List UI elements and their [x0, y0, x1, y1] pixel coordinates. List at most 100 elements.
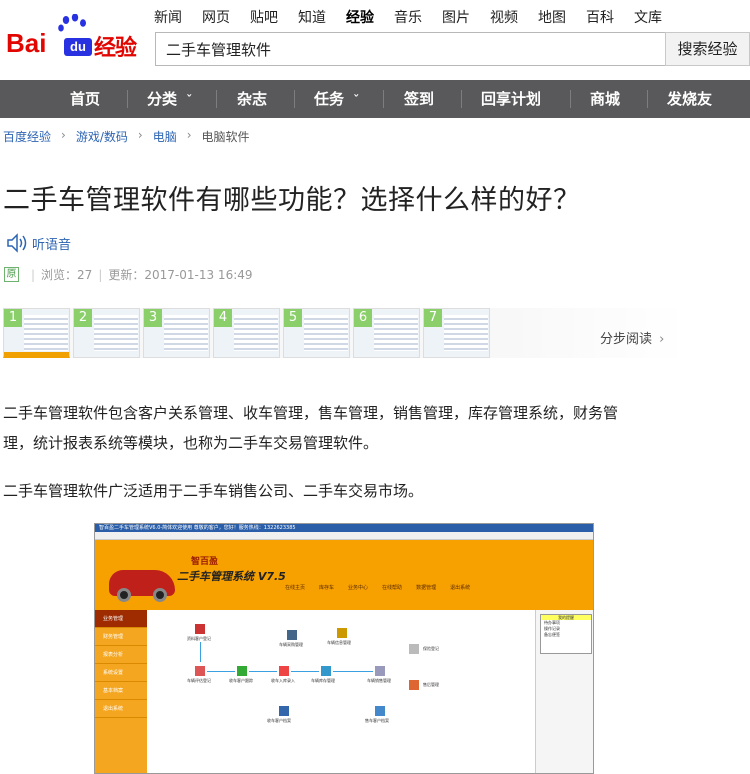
speaker-icon	[7, 233, 27, 253]
listen-audio-button[interactable]: 听语音	[6, 233, 71, 253]
menu-mall[interactable]: 商城	[590, 80, 620, 118]
menu-tasks[interactable]: 任务 ˇ	[314, 80, 359, 118]
flow-node	[375, 666, 385, 676]
flow-node	[279, 706, 289, 716]
flow-node	[195, 666, 205, 676]
flow-label: 售车客户档案	[365, 718, 389, 723]
screenshot-flow: 资料客户登记 车辆评估登记 收车客户跟踪 收车入库录入 收车客户档案 车辆采购管…	[147, 610, 535, 773]
nav-link-baike[interactable]: 百科	[586, 7, 614, 27]
screenshot-tool: 在线主页	[285, 585, 306, 591]
intro-paragraph: 二手车管理软件包含客户关系管理、收车管理，售车管理，销售管理，库存管理系统，财务…	[3, 398, 693, 458]
meta-divider: |	[98, 267, 103, 282]
nav-link-zhidao[interactable]: 知道	[298, 7, 326, 27]
flow-node	[321, 666, 331, 676]
nav-link-map[interactable]: 地图	[538, 7, 566, 27]
flow-label: 车辆采购管理	[279, 642, 303, 647]
flow-line	[249, 671, 277, 672]
screenshot-menubar	[95, 532, 593, 540]
breadcrumb-computer[interactable]: 电脑	[153, 128, 177, 145]
nav-link-web[interactable]: 网页	[202, 7, 230, 27]
nav-link-jingyan[interactable]: 经验	[346, 7, 374, 27]
meta-divider: |	[31, 267, 36, 282]
breadcrumb-current: 电脑软件	[201, 130, 250, 144]
flow-label: 车辆库存管理	[311, 678, 335, 683]
step-read-link[interactable]: 分步阅读 ›	[600, 328, 664, 347]
step-thumb-3[interactable]: 3	[143, 308, 210, 358]
screenshot-side-item: 系统设置	[95, 664, 147, 682]
chevron-right-icon: ›	[659, 332, 665, 347]
usage-paragraph: 二手车管理软件广泛适用于二手车销售公司、二手车交易市场。	[3, 482, 424, 500]
thumb-image	[444, 315, 488, 351]
step-number: 6	[354, 309, 372, 327]
flow-node	[409, 644, 419, 654]
step-number: 1	[4, 309, 22, 327]
menu-share-plan[interactable]: 回享计划	[481, 80, 541, 118]
thumb-image	[24, 315, 68, 351]
flow-node	[195, 624, 205, 634]
screenshot-brand: 智百盈	[191, 557, 219, 567]
thumb-image	[374, 315, 418, 351]
step-number: 7	[424, 309, 442, 327]
screenshot-tool: 业务中心	[348, 585, 369, 591]
software-screenshot: 智百盈二手车管理系统V6.0-简体欢迎使用 尊敬的客户，您好！服务热线：1322…	[94, 523, 594, 774]
step-thumb-2[interactable]: 2	[73, 308, 140, 358]
menu-divider	[294, 90, 295, 108]
nav-link-images[interactable]: 图片	[442, 7, 470, 27]
nav-link-video[interactable]: 视频	[490, 7, 518, 27]
screenshot-side-item: 业务管理	[95, 610, 147, 628]
logo-du: du	[64, 38, 92, 56]
menu-divider	[461, 90, 462, 108]
step-thumb-1[interactable]: 1	[3, 308, 70, 358]
flow-label: 资料客户登记	[187, 636, 211, 641]
flow-label: 保险登记	[423, 646, 439, 651]
chevron-down-icon: ˇ	[353, 93, 360, 107]
listen-label: 听语音	[32, 237, 72, 253]
paragraph-line: 理，统计报表系统等模块，也称为二手车交易管理软件。	[3, 434, 379, 452]
screenshot-reminder-box: 我的提醒 待办事项 操作记录 备忘便签	[540, 614, 592, 654]
flow-node	[409, 680, 419, 690]
breadcrumb-games-digital[interactable]: 游戏/数码	[76, 128, 128, 145]
chevron-right-icon: ›	[61, 128, 66, 142]
step-thumb-5[interactable]: 5	[283, 308, 350, 358]
menu-checkin[interactable]: 签到	[404, 80, 434, 118]
breadcrumb-home[interactable]: 百度经验	[3, 128, 51, 145]
search-button[interactable]: 搜索经验	[665, 32, 750, 66]
menu-category[interactable]: 分类 ˇ	[147, 80, 192, 118]
nav-link-tieba[interactable]: 贴吧	[250, 7, 278, 27]
flow-label: 售后管理	[423, 682, 439, 687]
menu-divider	[570, 90, 571, 108]
menu-fans[interactable]: 发烧友	[667, 80, 712, 118]
step-thumb-4[interactable]: 4	[213, 308, 280, 358]
chevron-right-icon: ›	[137, 128, 143, 142]
screenshot-side-item: 财务管理	[95, 628, 147, 646]
flow-label: 收车入库录入	[271, 678, 295, 683]
search-input[interactable]	[156, 33, 665, 65]
flow-node	[287, 630, 297, 640]
step-thumb-7[interactable]: 7	[423, 308, 490, 358]
thumb-image	[94, 315, 138, 351]
menu-magazine[interactable]: 杂志	[237, 80, 267, 118]
flow-line	[333, 671, 373, 672]
menu-category-label: 分类	[147, 90, 178, 108]
updated-time: 更新：2017-01-13 16:49	[108, 268, 253, 282]
menu-home[interactable]: 首页	[70, 80, 100, 118]
chevron-down-icon: ˇ	[186, 93, 193, 107]
baidu-jingyan-logo[interactable]: Bai du 经验	[6, 14, 146, 62]
flow-label: 收车客户跟踪	[229, 678, 253, 683]
flow-line	[200, 642, 201, 662]
thumb-image	[164, 315, 208, 351]
screenshot-side-item: 基本档案	[95, 682, 147, 700]
nav-link-music[interactable]: 音乐	[394, 7, 422, 27]
thumb-strip	[4, 352, 69, 356]
flow-label: 收车客户档案	[267, 718, 291, 723]
nav-link-news[interactable]: 新闻	[154, 7, 182, 27]
top-nav: 新闻 网页 贴吧 知道 经验 音乐 图片 视频 地图 百科 文库	[154, 7, 682, 27]
nav-link-wenku[interactable]: 文库	[634, 7, 662, 27]
menu-divider	[127, 90, 128, 108]
paragraph-line: 二手车管理软件包含客户关系管理、收车管理，售车管理，销售管理，库存管理系统，财务…	[3, 404, 619, 422]
screenshot-tool: 退出系统	[450, 585, 471, 591]
article-meta: 原 | 浏览：27 | 更新：2017-01-13 16:49	[4, 266, 253, 283]
flow-label: 车辆信息管理	[327, 640, 351, 645]
step-thumb-6[interactable]: 6	[353, 308, 420, 358]
screenshot-app-name: 二手车管理系统 V7.5	[177, 570, 286, 583]
